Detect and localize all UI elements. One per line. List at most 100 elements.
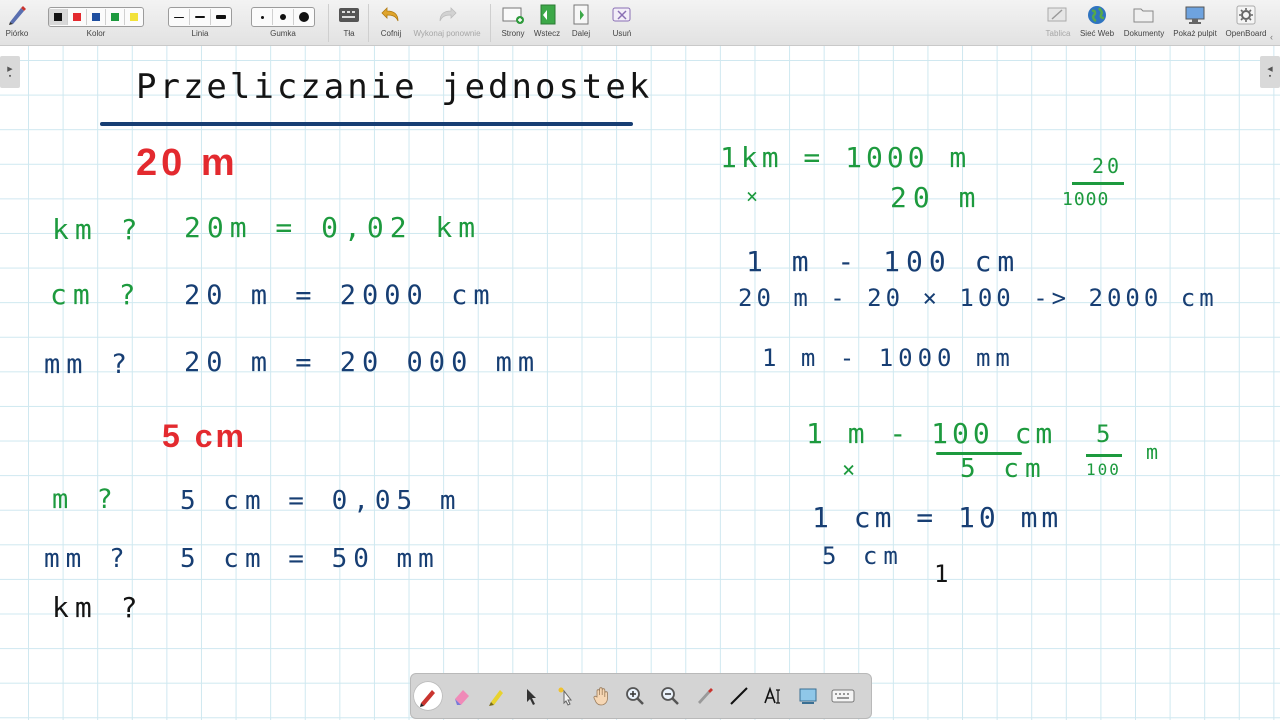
globe-icon bbox=[1086, 4, 1108, 26]
hand-tool[interactable] bbox=[583, 679, 618, 713]
undo-button[interactable]: Cofnij bbox=[376, 0, 406, 45]
capture-tool[interactable] bbox=[791, 679, 826, 713]
note-km-m: 1km = 1000 m bbox=[720, 141, 971, 174]
fraction-2-denominator: 100 bbox=[1086, 460, 1121, 479]
note-partial-digit: 1 bbox=[934, 560, 955, 588]
undo-icon bbox=[380, 4, 402, 26]
folder-icon bbox=[1132, 4, 1156, 26]
background-label: Tła bbox=[343, 29, 355, 38]
note-m-cm: 1 m - 100 cm bbox=[746, 245, 1021, 278]
question-km-2: km ? bbox=[52, 591, 144, 624]
fraction-1-numerator: 20 bbox=[1092, 154, 1123, 178]
gear-icon bbox=[1235, 4, 1257, 26]
color-swatch-yellow[interactable] bbox=[125, 9, 143, 25]
virtual-keyboard-tool[interactable] bbox=[826, 679, 861, 713]
web-button[interactable]: Sieć Web bbox=[1077, 0, 1117, 45]
redo-button[interactable]: Wykonaj ponownie bbox=[410, 0, 484, 45]
redo-icon bbox=[436, 4, 458, 26]
line-thin-option[interactable] bbox=[169, 9, 190, 25]
marker-tool[interactable] bbox=[480, 679, 515, 713]
pen-icon bbox=[6, 4, 28, 26]
line-tool[interactable] bbox=[722, 679, 757, 713]
toolbar-divider bbox=[368, 4, 369, 42]
note-5cm: 5 cm bbox=[960, 454, 1047, 484]
eraser-size-picker bbox=[251, 7, 315, 27]
next-label: Dalej bbox=[571, 29, 591, 38]
text-tool[interactable] bbox=[756, 679, 791, 713]
documents-button[interactable]: Dokumenty bbox=[1120, 0, 1168, 45]
web-label: Sieć Web bbox=[1079, 29, 1115, 38]
fraction-2-numerator: 5 bbox=[1096, 420, 1117, 448]
color-swatch-red[interactable] bbox=[68, 9, 87, 25]
openboard-menu-button[interactable]: OpenBoard bbox=[1222, 0, 1270, 45]
eraser-large-option[interactable] bbox=[294, 9, 314, 25]
board-icon bbox=[1046, 4, 1070, 26]
pen-tool-button[interactable]: Piórko bbox=[2, 0, 32, 45]
pages-label: Strony bbox=[501, 29, 525, 38]
hand-icon bbox=[593, 687, 608, 706]
pages-button[interactable]: Strony bbox=[497, 0, 529, 45]
show-desktop-button[interactable]: Pokaż pulpit bbox=[1170, 0, 1220, 45]
fraction-1-denominator: 1000 bbox=[1062, 189, 1110, 210]
next-button[interactable]: Dalej bbox=[566, 0, 596, 45]
pipette-icon bbox=[698, 688, 714, 704]
color-swatch-blue[interactable] bbox=[87, 9, 106, 25]
board-label: Tablica bbox=[1045, 29, 1071, 38]
line-icon bbox=[730, 687, 748, 705]
zoom-in-icon bbox=[626, 687, 645, 705]
whiteboard-canvas[interactable]: Przeliczanie jednostek 20 m km ? 20m = 0… bbox=[0, 46, 1280, 720]
note-cm-mm: 1 cm = 10 mm bbox=[812, 501, 1063, 534]
color-label: Kolor bbox=[86, 29, 106, 38]
delete-label: Usuń bbox=[612, 29, 632, 38]
color-swatch-black[interactable] bbox=[49, 9, 68, 25]
right-panel-handle[interactable]: ◀ ▪ bbox=[1260, 56, 1280, 88]
left-panel-handle[interactable]: ▶ ▪ bbox=[0, 56, 20, 88]
grip-icon: ▪ bbox=[1268, 72, 1272, 80]
select-tool[interactable] bbox=[514, 679, 549, 713]
toolbar-divider bbox=[490, 4, 491, 42]
keyboard-grid-icon bbox=[338, 4, 360, 26]
laser-tool[interactable] bbox=[687, 679, 722, 713]
chevron-right-icon: ▶ bbox=[7, 65, 13, 73]
back-label[interactable]: Wstecz bbox=[534, 29, 560, 38]
eraser-small-option[interactable] bbox=[252, 9, 273, 25]
zoom-in-tool[interactable] bbox=[618, 679, 653, 713]
note-multiply-mark: × bbox=[746, 184, 765, 208]
toolbar-collapse-icon[interactable]: ‹ bbox=[1270, 32, 1273, 42]
answer-cm: 20 m = 2000 cm bbox=[184, 280, 496, 311]
note-m-cm-2: 1 m - 100 cm bbox=[806, 417, 1057, 450]
eraser-label: Gumka bbox=[270, 29, 296, 38]
desktop-label: Pokaż pulpit bbox=[1173, 29, 1217, 38]
pages-icon bbox=[501, 4, 525, 26]
documents-label: Dokumenty bbox=[1123, 29, 1165, 38]
chevron-left-icon: ◀ bbox=[1267, 65, 1273, 73]
line-medium-option[interactable] bbox=[190, 9, 211, 25]
fraction-2-unit: m bbox=[1146, 440, 1165, 464]
background-button[interactable]: Tła bbox=[336, 0, 362, 45]
board-mode-button[interactable]: Tablica bbox=[1040, 0, 1076, 45]
answer-mm-2: 5 cm = 50 mm bbox=[180, 544, 440, 574]
delete-icon bbox=[610, 4, 634, 26]
zoom-out-tool[interactable] bbox=[653, 679, 688, 713]
question-mm: mm ? bbox=[44, 349, 134, 380]
eraser-tool[interactable] bbox=[445, 679, 480, 713]
line-thick-option[interactable] bbox=[211, 9, 231, 25]
color-swatch-green[interactable] bbox=[106, 9, 125, 25]
eraser-medium-option[interactable] bbox=[273, 9, 294, 25]
back-page-icon bbox=[536, 4, 558, 26]
stylus-palette bbox=[410, 673, 872, 719]
question-cm: cm ? bbox=[50, 278, 142, 311]
pointer-icon bbox=[527, 689, 537, 705]
delete-button[interactable]: Usuń bbox=[606, 0, 638, 45]
note-5cm-2: 5 cm bbox=[822, 542, 904, 570]
pen-icon bbox=[420, 690, 435, 707]
interact-tool[interactable] bbox=[549, 679, 584, 713]
line-width-picker bbox=[168, 7, 232, 27]
toolbar-divider bbox=[328, 4, 329, 42]
fraction-2-bar bbox=[1086, 454, 1122, 457]
next-page-icon bbox=[570, 4, 592, 26]
pen-tool[interactable] bbox=[413, 681, 443, 711]
note-20m: 20 m bbox=[890, 181, 982, 214]
back-button[interactable]: Wstecz bbox=[531, 0, 563, 45]
grip-icon: ▪ bbox=[8, 72, 12, 80]
